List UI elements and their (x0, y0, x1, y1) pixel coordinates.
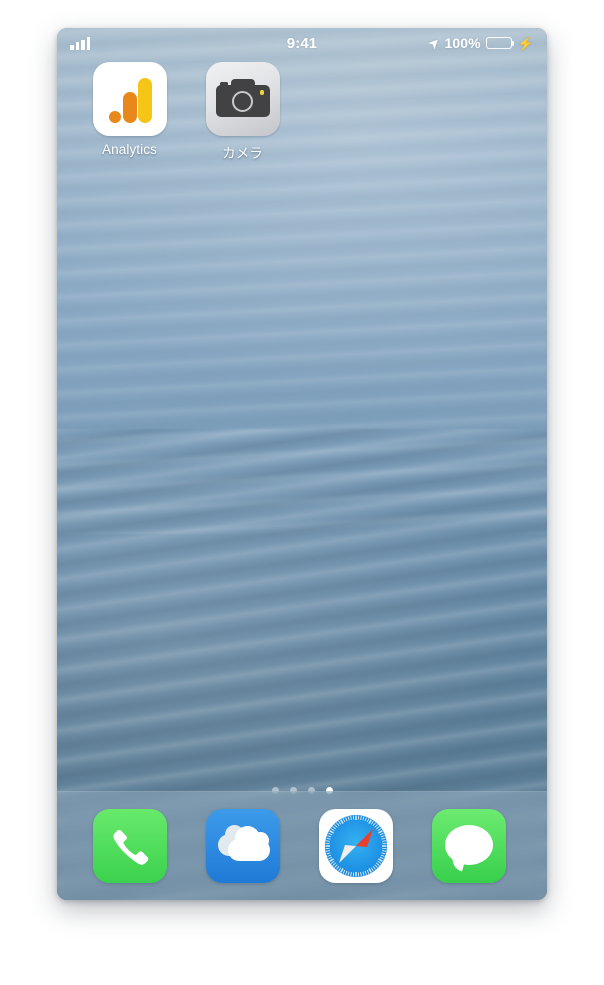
phone-screenshot-frame: 9:41 ➤ 100% ⚡ Analytics カメラ (57, 28, 547, 900)
weather-cloud-front (227, 826, 270, 861)
app-label-analytics: Analytics (102, 142, 157, 157)
message-bubble-tail (448, 855, 466, 872)
dock-app-weather[interactable] (186, 809, 299, 883)
camera-lens (231, 91, 253, 112)
dock (57, 791, 547, 900)
camera-icon[interactable] (205, 62, 280, 136)
messages-icon[interactable] (431, 809, 506, 883)
safari-compass-icon[interactable] (318, 809, 393, 883)
signal-bars-icon (70, 37, 90, 50)
weather-icon[interactable] (205, 809, 280, 883)
status-bar-right-group: ➤ 100% ⚡ (425, 34, 534, 52)
screenshot-canvas: 9:41 ➤ 100% ⚡ Analytics カメラ (0, 0, 604, 985)
app-icon-analytics[interactable]: Analytics (73, 62, 186, 162)
analytics-bar-tall (137, 78, 152, 123)
camera-flash (259, 90, 265, 95)
safari-needle (338, 829, 373, 863)
phone-icon[interactable] (92, 809, 167, 883)
phone-handset-glyph (112, 829, 148, 865)
analytics-bar-mid (122, 92, 137, 123)
dock-app-messages[interactable] (412, 809, 525, 883)
google-analytics-icon[interactable] (92, 62, 167, 136)
dock-app-safari[interactable] (299, 809, 412, 883)
dock-app-phone[interactable] (73, 809, 186, 883)
battery-icon (485, 36, 515, 50)
app-icon-camera[interactable]: カメラ (186, 62, 299, 162)
battery-cap (512, 41, 515, 47)
lightning-bolt-icon: ⚡ (517, 35, 534, 51)
battery-percent-label: 100% (444, 35, 481, 51)
app-grid: Analytics カメラ (57, 62, 547, 162)
analytics-dot (108, 110, 121, 123)
status-bar: 9:41 ➤ 100% ⚡ (57, 28, 547, 58)
location-arrow-icon: ➤ (425, 34, 443, 52)
app-label-camera: カメラ (222, 146, 263, 161)
